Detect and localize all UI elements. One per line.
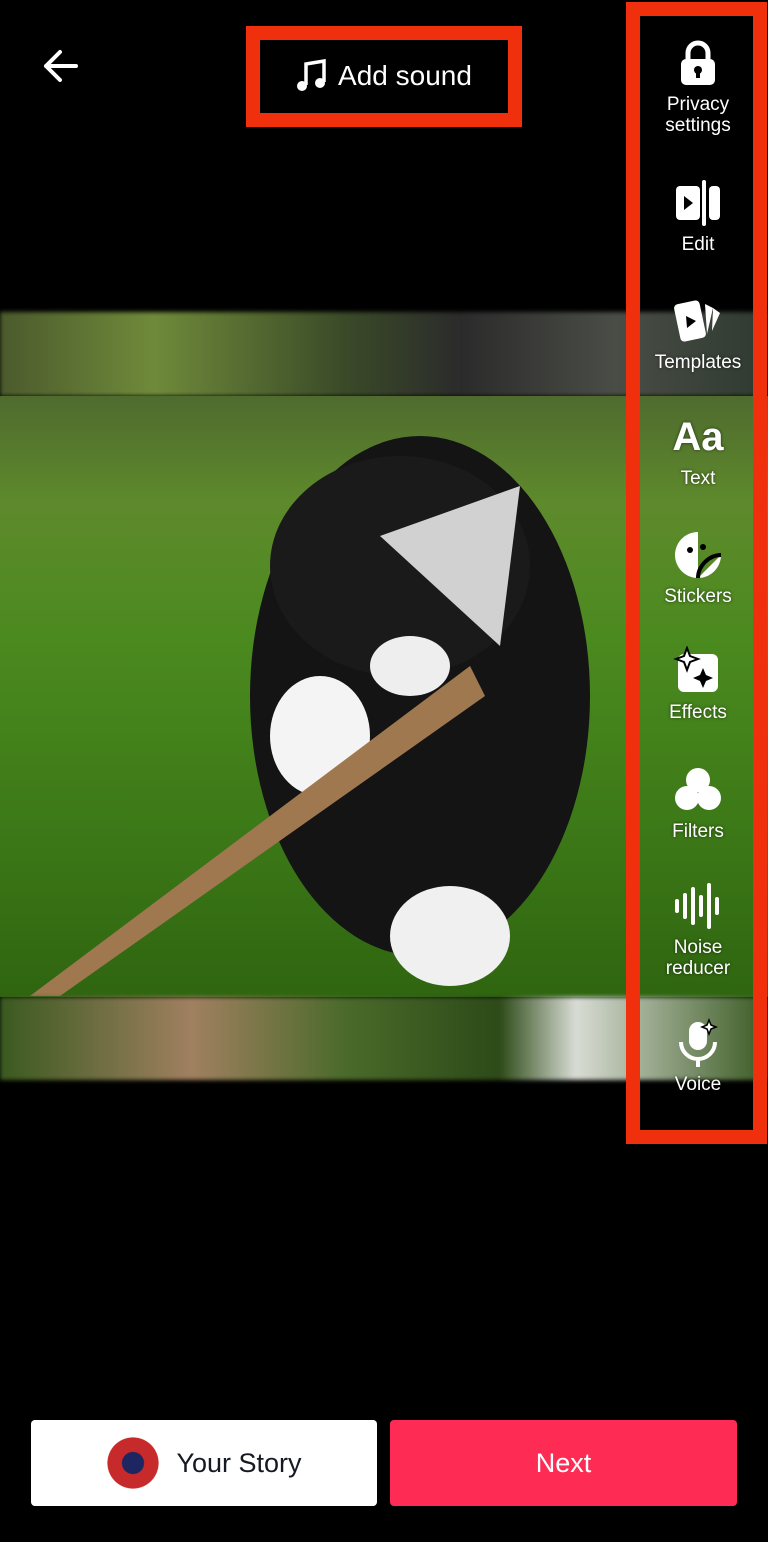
avatar (106, 1436, 161, 1490)
highlight-box-add-sound (246, 26, 522, 127)
next-label: Next (535, 1447, 592, 1478)
your-story-label: Your Story (176, 1447, 302, 1478)
next-button[interactable]: Next (390, 1420, 737, 1506)
arrow-left-icon[interactable] (38, 44, 82, 88)
highlight-box-sidebar (626, 2, 767, 1144)
your-story-button[interactable]: Your Story (31, 1420, 377, 1506)
